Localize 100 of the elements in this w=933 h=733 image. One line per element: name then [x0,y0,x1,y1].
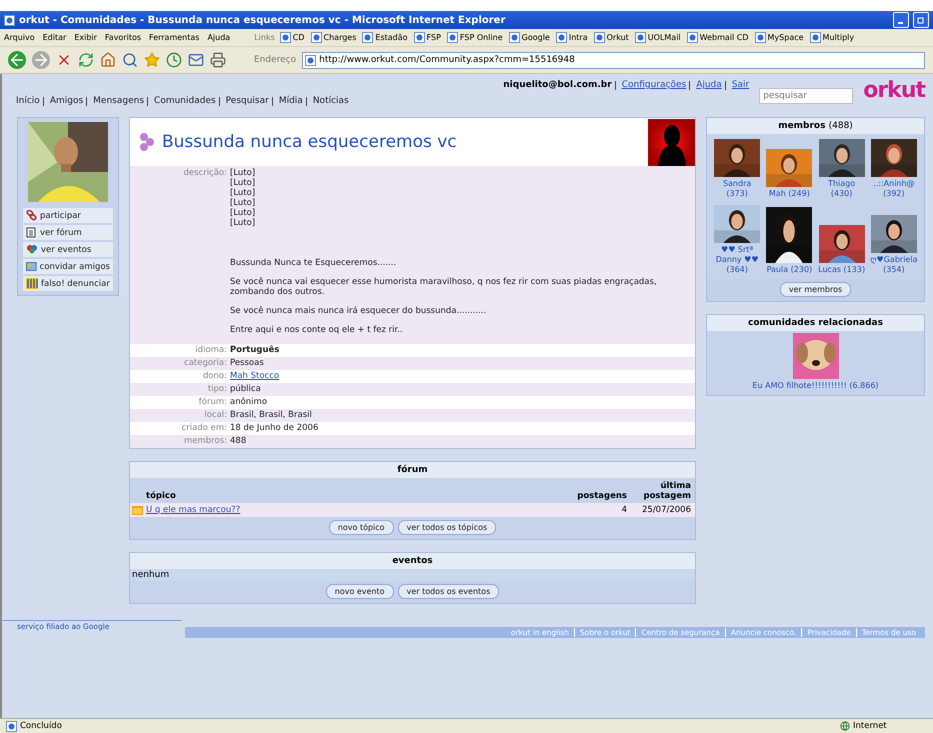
member-count: (488) [828,121,853,131]
back-icon[interactable] [8,51,26,69]
member-link[interactable]: ..::Aninh@ (392) [870,179,918,199]
field-label: membros: [183,435,227,448]
table-cell-text: 4 [620,505,627,515]
description-text: Se você nunca mais nunca irá esquecer do bussunda........... [230,306,488,316]
printer-icon[interactable] [210,52,226,68]
member-link[interactable]: Sandra (373) [713,179,762,199]
sidebar-action[interactable]: ver fórum [23,225,113,240]
folder-icon [132,505,143,515]
globe-icon [840,721,850,731]
minimize-button[interactable] [893,12,909,28]
nav-link[interactable]: Notícias [312,96,349,106]
description-text: Bussunda Nunca te Esqueceremos....... [230,258,398,268]
contact-card-icon [26,261,37,272]
description-line: [Luto] [230,198,256,208]
link-bar-item[interactable]: Estadão [359,32,411,43]
field-link[interactable]: Mah Stocco [230,371,280,381]
nav-link[interactable]: Mensagens [93,96,144,106]
field-value: Pessoas [230,357,265,370]
description-line: [Luto] [230,218,256,228]
page-icon [686,32,698,43]
nav-link[interactable]: Pesquisar [226,96,269,106]
member-link[interactable]: Mah (249) [768,189,810,199]
link-bar-item[interactable]: Google [506,32,553,43]
member-link[interactable]: ღ♥Gabriela (354) [870,255,918,275]
events-button[interactable]: ver todos os eventos [398,584,500,599]
link-bar-item[interactable]: Charges [308,32,360,43]
member-link[interactable]: Paula (230) [766,265,812,275]
refresh-icon[interactable] [78,52,94,68]
menu-item[interactable]: Ajuda [203,33,234,42]
document-icon [26,227,37,238]
sidebar-action[interactable]: convidar amigos [23,259,113,274]
empty-text: nenhum [130,569,695,581]
sidebar-action[interactable]: ver eventos [23,242,113,257]
link-bar-item[interactable]: Webmail CD [684,32,752,43]
star-icon[interactable] [144,52,160,68]
page-icon [508,32,520,43]
nav-link[interactable]: Mídia [278,96,303,106]
history-icon[interactable] [166,52,182,68]
panel-title: membros [778,121,826,131]
field-value: 18 de Junho de 2006 [230,422,320,435]
member-link[interactable]: ♥♥ Srtª Danny ♥♥ (364) [713,245,762,275]
logo[interactable]: orkut [863,78,925,103]
link-bar-item[interactable]: MySpace [752,32,807,43]
restore-button[interactable] [913,12,929,28]
forum-button[interactable]: novo tópico [328,520,394,535]
community-link[interactable]: Eu AMO filhote!!!!!!!!!!! (6.866) [752,381,879,391]
column-header: última postagem [642,481,691,501]
menu-item[interactable]: Editar [38,33,70,42]
address-field[interactable]: http://www.orkut.com/Community.aspx?cmm=15516948 [302,52,925,68]
field-label: descrição: [182,168,227,180]
header-link[interactable]: Configurações [622,80,686,90]
link-bar-item[interactable]: CD [276,32,308,43]
panel-title: fórum [130,462,695,478]
restore-icon [917,16,925,24]
forward-icon[interactable] [32,51,50,69]
community-title: Bussunda nunca esqueceremos vc [161,132,458,152]
nav-link[interactable]: Início [16,96,40,106]
header-link[interactable]: Sair [732,80,750,90]
field-value: 488 [230,435,248,448]
mail-icon[interactable] [188,52,204,68]
page-icon [414,32,425,43]
page-icon [4,14,15,26]
link-bar-item[interactable]: Orkut [590,32,632,43]
field-value: Brasil, Brasil, Brasil [230,409,313,422]
member-link[interactable]: Thiago (430) [818,179,866,199]
menu-item[interactable]: Arquivo [0,33,39,42]
link-bar-item[interactable]: FSP Online [444,32,506,43]
search-icon[interactable] [122,52,138,68]
home-icon[interactable] [100,52,116,68]
members-button[interactable]: ver membros [780,282,852,297]
nav-link[interactable]: Comunidades [154,96,216,106]
balloons-icon [26,244,38,255]
status-text: Concluído [20,721,63,731]
member-link[interactable]: Lucas (133) [818,265,866,275]
link-bar-item[interactable]: Intra [552,32,591,43]
header-link[interactable]: Ajuda [696,80,722,90]
panel-title: comunidades relacionadas [707,315,924,331]
page-icon [594,32,605,43]
topic-link[interactable]: U q ele mas marcou?? [146,505,240,515]
forum-button[interactable]: ver todos os tópicos [398,520,496,535]
link-bar-item[interactable]: UOLMail [632,32,684,43]
sidebar-action[interactable]: participar [23,208,113,223]
table-cell-text: 25/07/2006 [641,505,691,515]
sidebar-action[interactable]: falso! denunciar [23,276,113,291]
events-button[interactable]: novo evento [326,584,394,599]
field-value: pública [230,383,262,396]
menu-item[interactable]: Ferramentas [145,33,204,42]
menu-item[interactable]: Exibir [70,33,101,42]
description-text: Entre aqui e nos conte oq ele + t fez rir.. [230,325,404,335]
search-field[interactable]: pesquisar [759,88,854,104]
page-icon [810,32,821,43]
user-email: niquelito@bol.com.br [503,80,612,90]
link-bar-item[interactable]: FSP [410,32,444,43]
nav-link[interactable]: Amigos [50,96,84,106]
menu-item[interactable]: Favoritos [100,33,146,42]
panel-title: eventos [130,553,695,569]
link-bar-item[interactable]: Multiply [806,32,858,43]
field-label: idioma: [194,344,227,357]
